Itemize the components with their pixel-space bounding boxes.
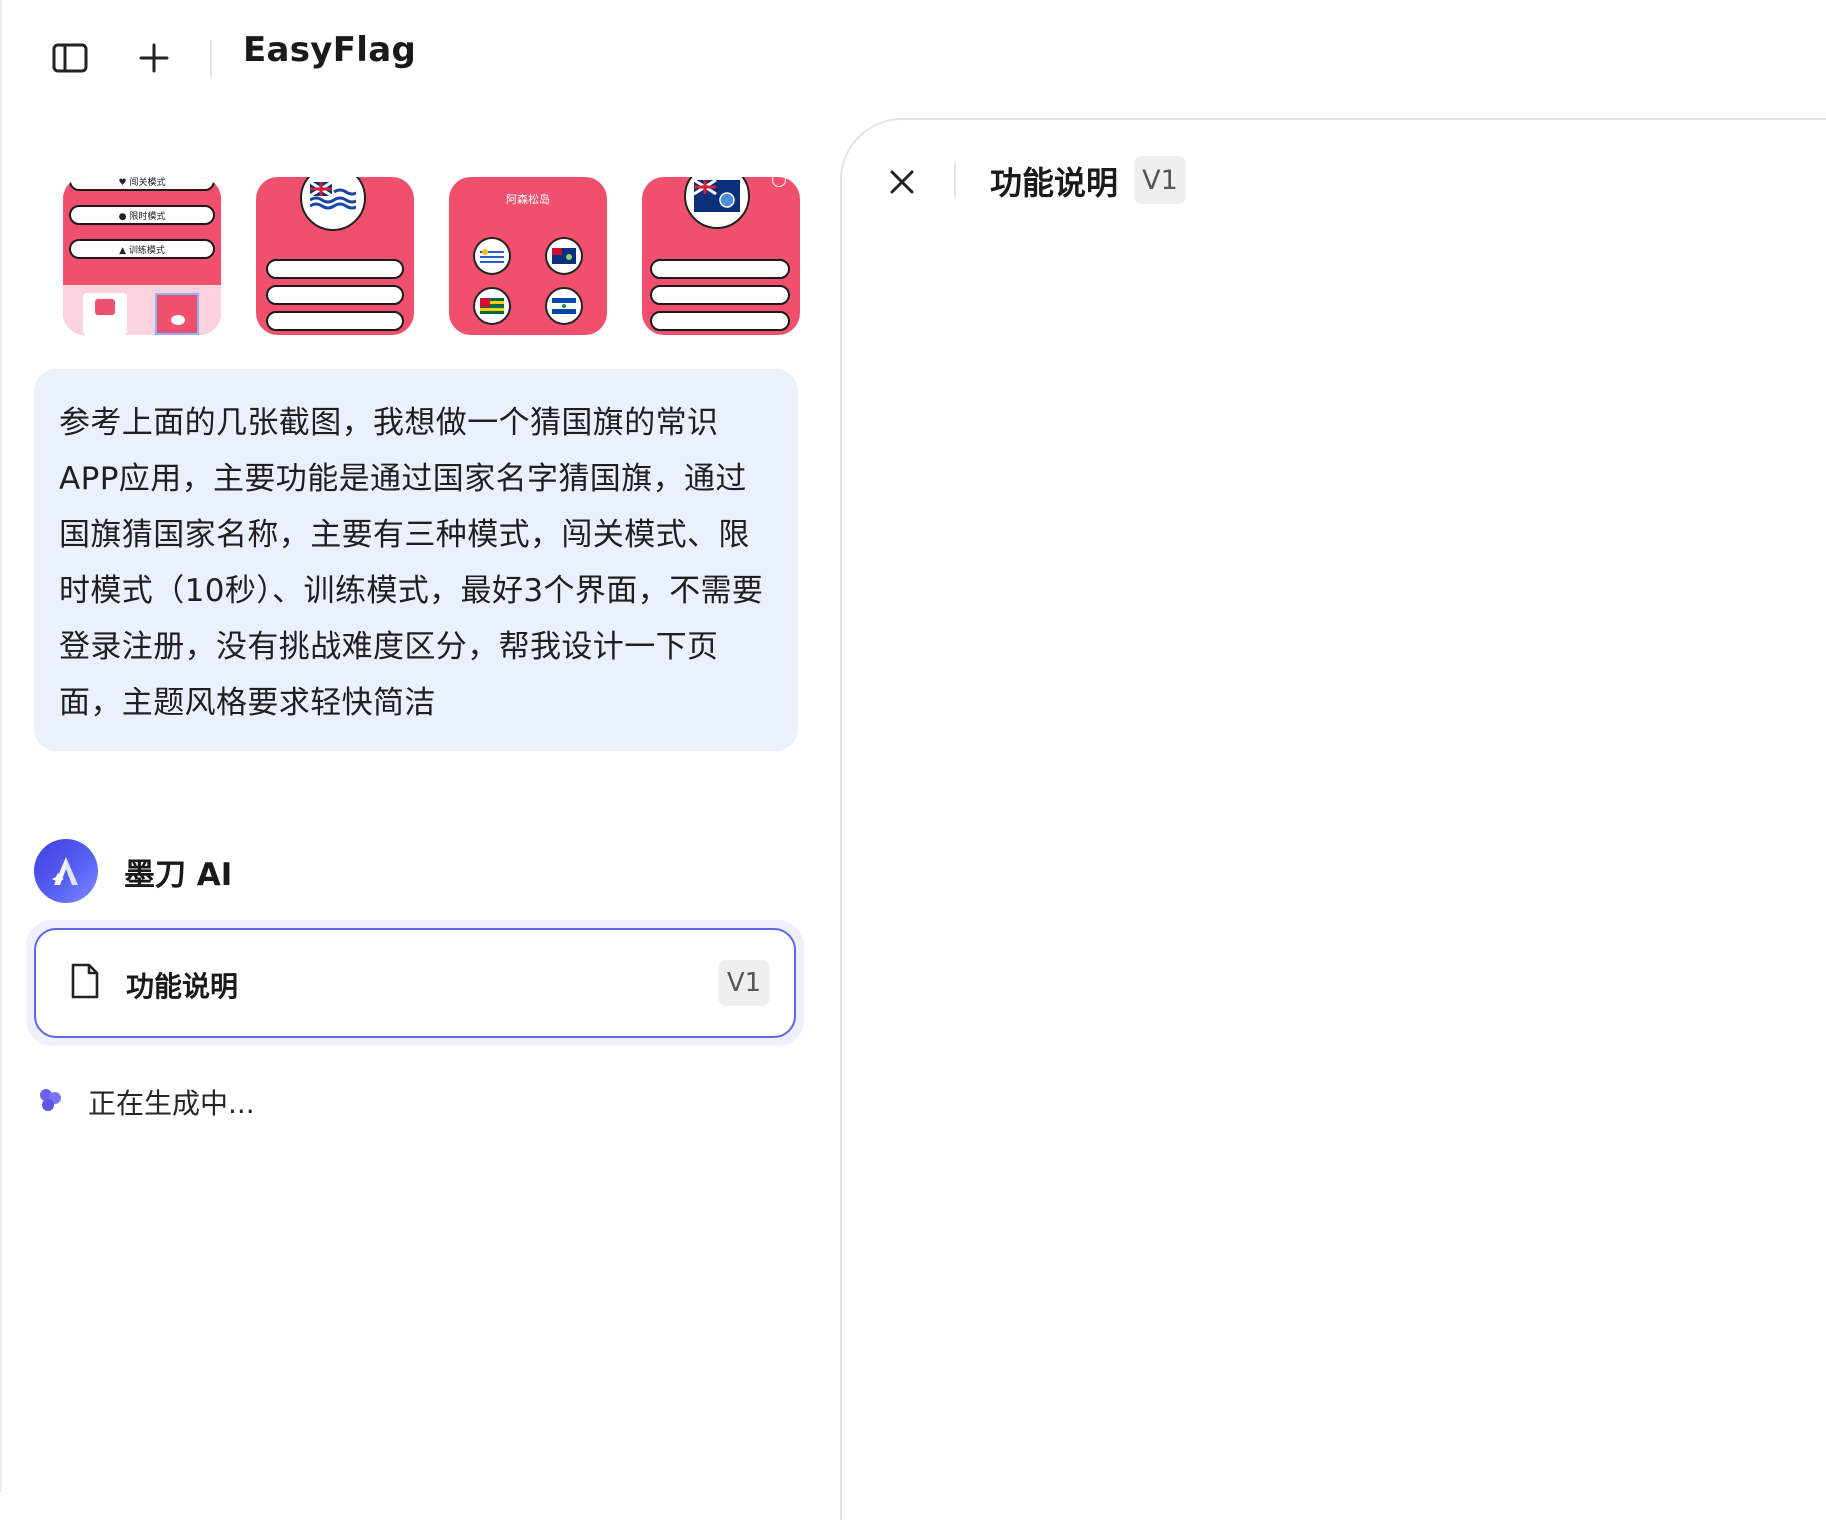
thumb-card — [83, 293, 127, 335]
thumb-mode-button: ▲ 训练模式 — [69, 239, 215, 259]
assistant-header: 墨刀 AI — [34, 838, 232, 904]
generation-status-text: 正在生成中... — [88, 1087, 255, 1120]
close-icon[interactable] — [882, 162, 922, 202]
thumb-answer-option — [266, 259, 404, 279]
assistant-name: 墨刀 AI — [124, 856, 233, 893]
panel-title: 功能说明 — [990, 164, 1119, 202]
assistant-avatar — [34, 839, 98, 903]
flag-image — [684, 177, 750, 229]
graduation-cap-icon: ▲ — [119, 246, 127, 256]
screenshot-thumbnail-2[interactable] — [256, 177, 414, 335]
user-message-bubble: 参考上面的几张截图，我想做一个猜国旗的常识APP应用，主要功能是通过国家名字猜国… — [34, 369, 798, 751]
thumb-mode-button: ♥ 闯关模式 — [69, 177, 215, 191]
thumb-corner-dot — [772, 177, 786, 187]
thumb-country-name: 阿森松岛 — [506, 193, 550, 206]
thumb-answer-option — [266, 311, 404, 331]
flag-option — [545, 287, 583, 325]
thumb-answer-option — [650, 311, 790, 331]
flag-option — [473, 237, 511, 275]
top-bar: EasyFlag — [0, 0, 840, 110]
document-title: 功能说明 — [126, 970, 239, 1003]
thumb-answer-option — [650, 259, 790, 279]
sidebar-toggle-icon[interactable] — [46, 34, 94, 82]
user-message-text: 参考上面的几张截图，我想做一个猜国旗的常识APP应用，主要功能是通过国家名字猜国… — [59, 405, 764, 721]
thumb-mode-button: ● 限时模式 — [69, 205, 215, 225]
document-card[interactable]: 功能说明 V1 — [34, 928, 796, 1038]
panel-divider — [954, 164, 956, 196]
thumb-answer-option — [650, 285, 790, 305]
project-title: EasyFlag — [243, 30, 417, 70]
document-card-focus-ring: 功能说明 V1 — [26, 920, 804, 1046]
panel-version-badge[interactable]: V1 — [1134, 156, 1186, 204]
thumb-card — [155, 293, 199, 335]
heart-icon: ♥ — [118, 178, 127, 188]
document-preview-panel: 功能说明 V1 — [840, 118, 1826, 1520]
toolbar-divider — [210, 40, 212, 76]
document-icon — [70, 962, 100, 1004]
screenshot-thumbnail-3[interactable]: 阿森松岛 — [449, 177, 607, 335]
flag-option — [473, 287, 511, 325]
thumb-answer-option — [266, 285, 404, 305]
flag-option — [545, 237, 583, 275]
screenshot-thumbnail-4[interactable] — [642, 177, 800, 335]
thumb-header — [63, 177, 221, 285]
screenshot-thumbnail-1[interactable]: ♥ 闯关模式 ● 限时模式 ▲ 训练模式 — [63, 177, 221, 335]
generation-status: 正在生成中... — [36, 1082, 255, 1122]
clock-icon: ● — [118, 212, 127, 222]
window-left-border — [0, 0, 2, 1492]
new-chat-plus-icon[interactable] — [130, 34, 178, 82]
flag-image — [300, 177, 366, 231]
sparkle-loading-icon — [36, 1086, 64, 1118]
version-badge: V1 — [718, 960, 770, 1006]
